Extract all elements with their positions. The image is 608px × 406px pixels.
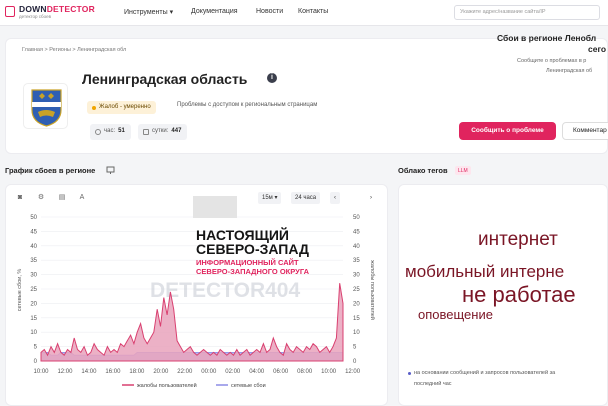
y2-tick-label: 5 bbox=[353, 345, 357, 351]
x-tick-label: 12:00 bbox=[57, 369, 73, 375]
x-tick-label: 02:00 bbox=[225, 369, 241, 375]
bullet-icon bbox=[408, 372, 411, 375]
y2-tick-label: 35 bbox=[353, 258, 360, 264]
y-tick-label: 30 bbox=[30, 273, 37, 279]
y-tick-label: 45 bbox=[30, 229, 37, 235]
x-tick-label: 16:00 bbox=[105, 369, 121, 375]
x-tick-label: 00:00 bbox=[201, 369, 217, 375]
y2-tick-label: 40 bbox=[353, 244, 360, 250]
watermark-shape bbox=[193, 196, 237, 218]
y2-tick-label: 0 bbox=[353, 359, 357, 365]
watermark-bg-text: DETECTOR404 bbox=[150, 279, 300, 302]
y2-tick-label: 15 bbox=[353, 316, 360, 322]
watermark-line3: ИНФОРМАЦИОННЫЙ САЙТ bbox=[196, 258, 299, 267]
x-tick-label: 06:00 bbox=[273, 369, 289, 375]
y-axis-label: сетевые сбои, % bbox=[17, 269, 23, 312]
y-tick-label: 50 bbox=[30, 215, 37, 221]
y2-tick-label: 30 bbox=[353, 273, 360, 279]
x-tick-label: 22:00 bbox=[177, 369, 193, 375]
x-tick-label: 20:00 bbox=[153, 369, 169, 375]
legend-outages: сетевые сбои bbox=[231, 383, 266, 389]
y2-tick-label: 45 bbox=[353, 229, 360, 235]
y-tick-label: 10 bbox=[30, 330, 37, 336]
tag-internet[interactable]: интернет bbox=[478, 229, 558, 251]
y-tick-label: 15 bbox=[30, 316, 37, 322]
legend-complaints: жалобы пользователей bbox=[137, 382, 197, 389]
watermark-line4: СЕВЕРО-ЗАПАДНОГО ОКРУГА bbox=[196, 267, 310, 276]
y-tick-label: 5 bbox=[34, 345, 38, 351]
y2-tick-label: 50 bbox=[353, 215, 360, 221]
tag-not-working[interactable]: не работае bbox=[462, 282, 576, 308]
watermark-line2: СЕВЕРО-ЗАПАД bbox=[196, 241, 309, 257]
x-tick-label: 12:00 bbox=[345, 369, 361, 375]
tag-mobile-internet[interactable]: мобильный интерне bbox=[405, 262, 564, 282]
y2-axis-label: жалобы пользователей bbox=[369, 260, 376, 320]
x-tick-label: 08:00 bbox=[297, 369, 313, 375]
x-tick-label: 04:00 bbox=[249, 369, 265, 375]
cloud-note-line1: на основании сообщений и запросов пользо… bbox=[414, 370, 556, 376]
y2-tick-label: 25 bbox=[353, 287, 360, 293]
tag-notification[interactable]: оповещение bbox=[418, 307, 493, 322]
x-tick-label: 18:00 bbox=[129, 369, 145, 375]
x-tick-label: 10:00 bbox=[33, 369, 49, 375]
x-tick-label: 14:00 bbox=[81, 369, 97, 375]
y-tick-label: 20 bbox=[30, 301, 37, 307]
y-tick-label: 25 bbox=[30, 287, 37, 293]
y-tick-label: 40 bbox=[30, 244, 37, 250]
x-tick-label: 10:00 bbox=[321, 369, 337, 375]
y2-tick-label: 10 bbox=[353, 330, 360, 336]
y2-tick-label: 20 bbox=[353, 301, 360, 307]
y-tick-label: 35 bbox=[30, 258, 37, 264]
y-tick-label: 0 bbox=[34, 359, 38, 365]
cloud-note: на основании сообщений и запросов пользо… bbox=[408, 368, 604, 390]
cloud-note-line2: последний час bbox=[414, 381, 452, 387]
